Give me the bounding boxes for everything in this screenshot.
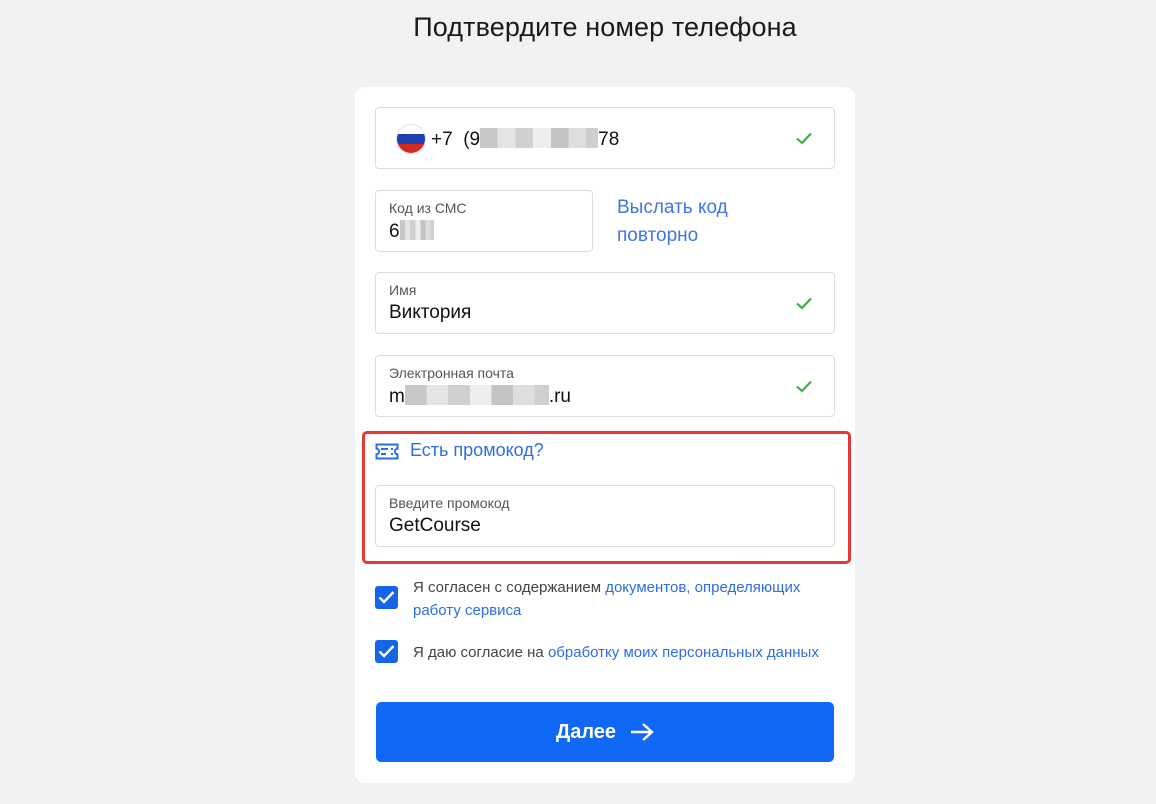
checkbox-check-icon — [378, 645, 395, 658]
checkmark-icon — [796, 297, 812, 310]
resend-code-line1: Выслать код — [617, 197, 728, 218]
personal-data-consent-text: Я даю согласие на обработку моих персона… — [413, 641, 833, 664]
promo-code-value: GetCourse — [389, 515, 481, 536]
email-field[interactable]: Электронная почта m .ru — [375, 355, 835, 417]
documents-consent-text: Я согласен с содержанием документов, опр… — [413, 576, 833, 622]
sms-code-field[interactable]: Код из СМС 6 — [375, 190, 593, 252]
sms-code-prefix: 6 — [389, 221, 400, 242]
page-title: Подтвердите номер телефона — [413, 12, 797, 42]
name-label: Имя — [389, 282, 417, 298]
phone-field[interactable]: +7 (9 78 — [375, 107, 835, 169]
resend-code-line2: повторно — [617, 225, 699, 246]
personal-data-consent-label: Я даю согласие на — [413, 644, 548, 661]
email-redacted — [404, 385, 549, 405]
promo-link[interactable]: Есть промокод? — [410, 440, 544, 461]
documents-consent-label: Я согласен с содержанием — [413, 579, 606, 596]
personal-data-link[interactable]: обработку моих персональных данных — [548, 644, 819, 661]
email-label: Электронная почта — [389, 365, 514, 381]
personal-data-consent-checkbox[interactable] — [375, 640, 398, 663]
email-prefix: m — [389, 386, 405, 407]
arrow-right-icon — [631, 723, 654, 741]
phone-number-suffix: 78 — [598, 129, 620, 150]
email-suffix: .ru — [548, 386, 572, 407]
phone-number-prefix: (9 — [463, 129, 481, 150]
promo-code-field[interactable]: Введите промокод GetCourse — [375, 485, 835, 547]
checkmark-icon — [796, 132, 812, 145]
sms-code-label: Код из СМС — [389, 200, 467, 216]
name-value: Виктория — [389, 302, 472, 323]
checkmark-icon — [796, 380, 812, 393]
resend-code-link[interactable]: Выслать код повторно — [617, 194, 777, 250]
phone-country-code: +7 — [431, 129, 453, 150]
phone-value: +7 (9 78 — [431, 128, 619, 151]
next-button[interactable]: Далее — [376, 702, 834, 762]
name-field[interactable]: Имя Виктория — [375, 272, 835, 334]
ticket-icon — [375, 443, 399, 460]
email-value: m .ru — [389, 385, 571, 408]
signup-card: +7 (9 78 Код из СМС 6 Выслать код повторн… — [355, 87, 855, 783]
sms-code-redacted — [399, 220, 434, 240]
next-button-label: Далее — [555, 720, 617, 743]
documents-consent-checkbox[interactable] — [375, 586, 398, 609]
sms-code-value: 6 — [389, 220, 434, 243]
checkbox-check-icon — [378, 591, 395, 604]
phone-number-redacted — [480, 128, 599, 148]
promo-code-label: Введите промокод — [389, 495, 510, 511]
russia-flag-icon[interactable] — [396, 124, 426, 154]
